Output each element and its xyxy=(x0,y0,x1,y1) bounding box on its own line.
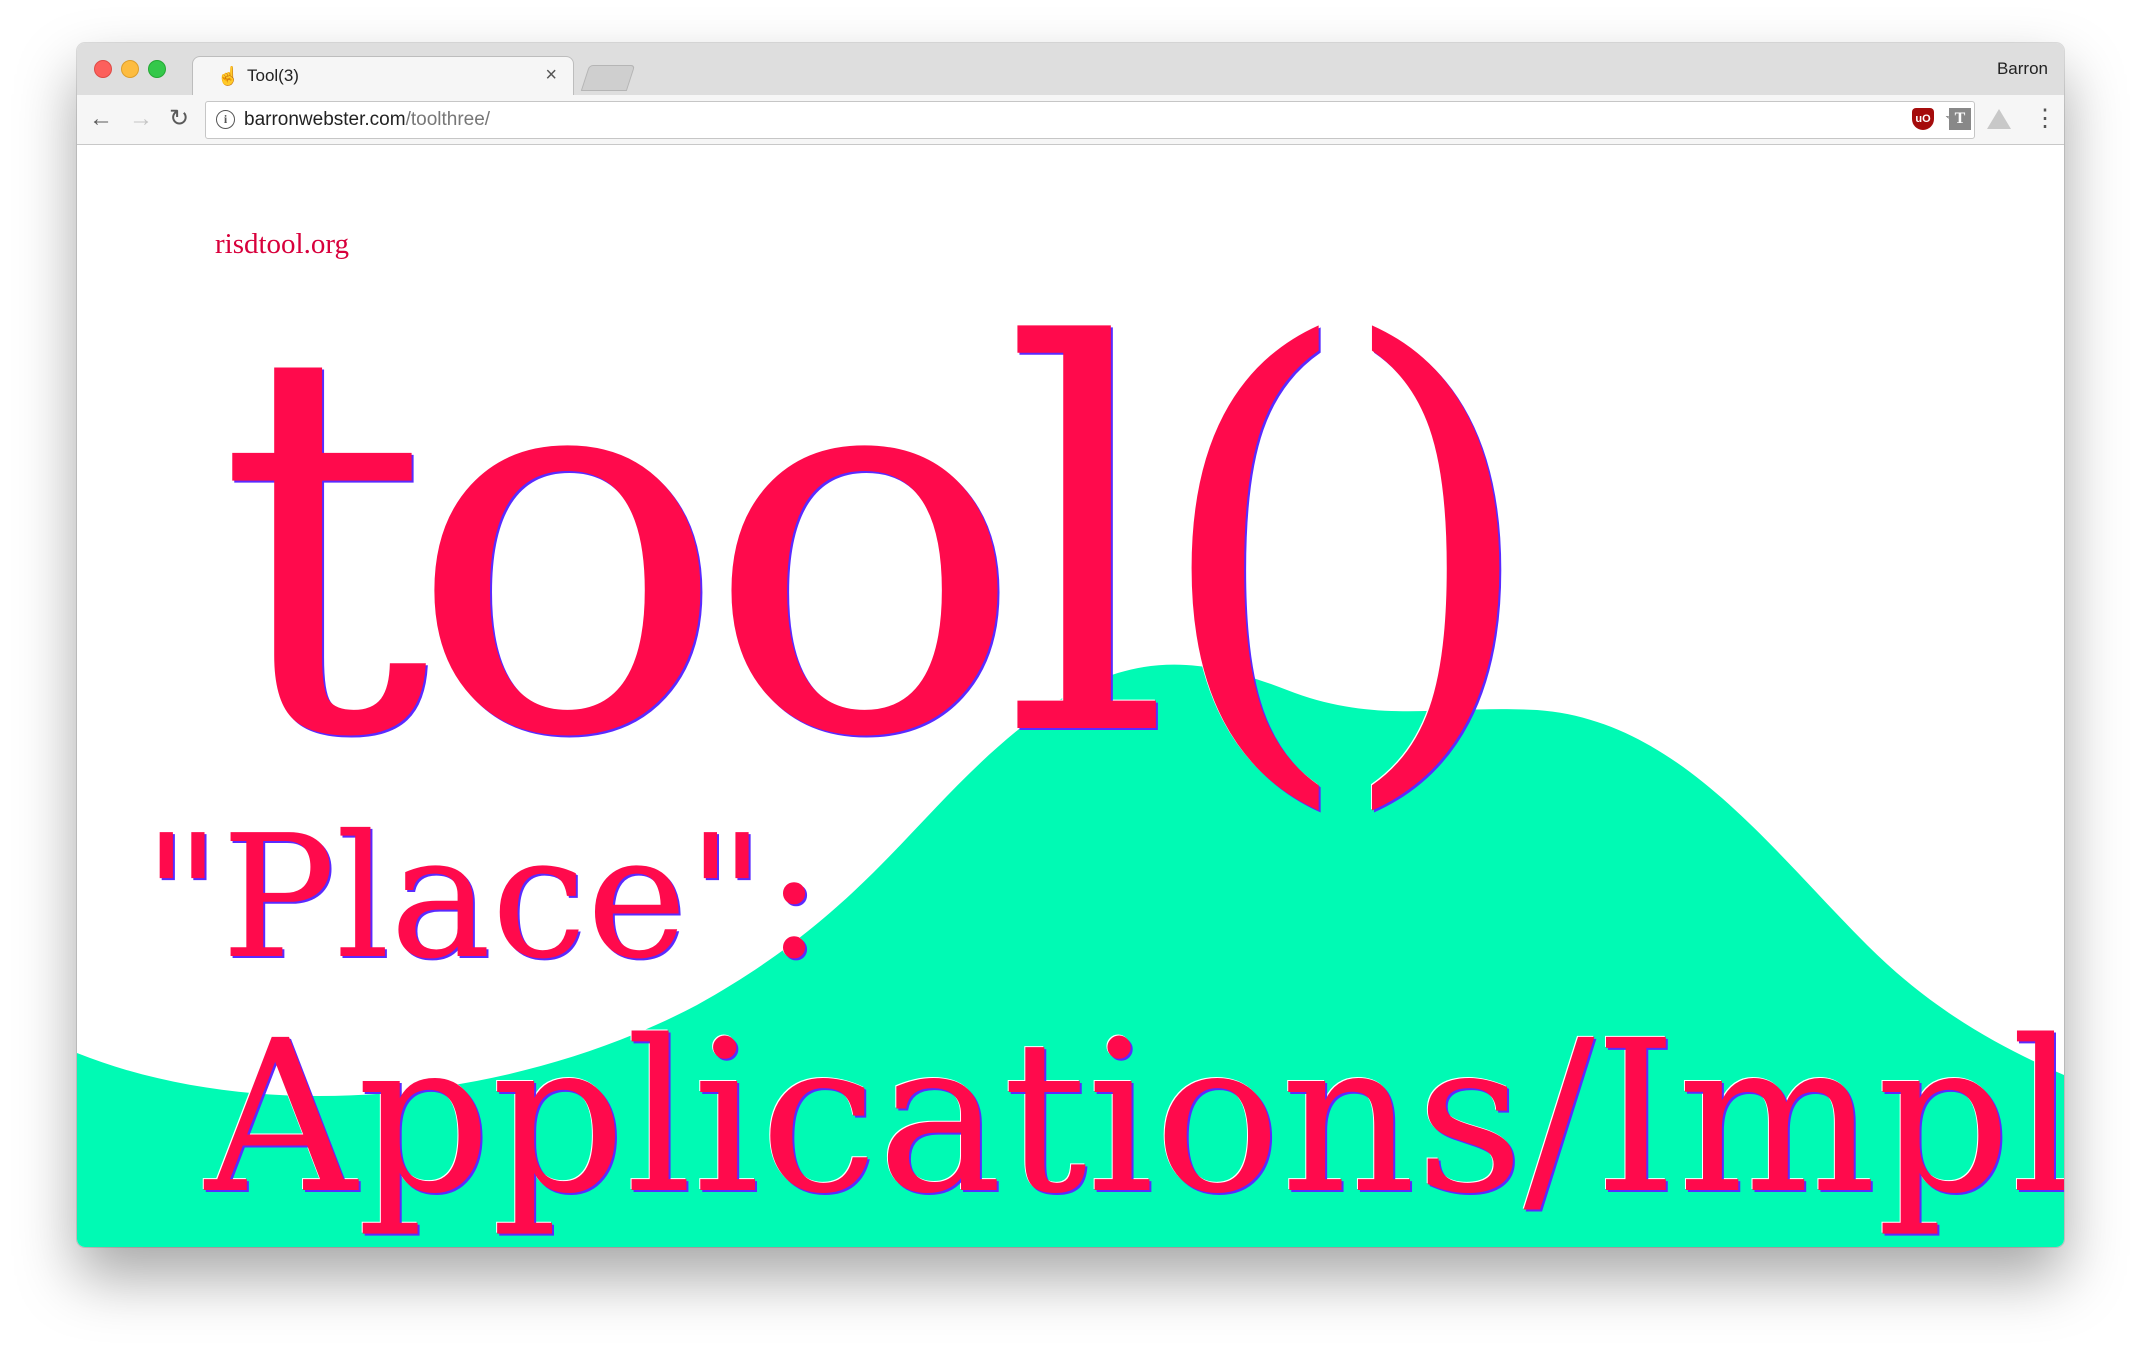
ublock-extension-icon[interactable]: uO xyxy=(1912,108,1934,130)
page-content: risdtool.org tool() "Place": Application… xyxy=(77,145,2064,1247)
back-arrow-icon[interactable]: ← xyxy=(87,105,115,133)
type-extension-icon[interactable]: T xyxy=(1949,108,1971,130)
url-domain: barronwebster.com xyxy=(244,109,406,130)
profile-name[interactable]: Barron xyxy=(1997,59,2048,79)
close-window-button[interactable] xyxy=(94,60,112,78)
new-tab-button[interactable] xyxy=(580,65,636,91)
url-path: /toolthree/ xyxy=(405,109,491,130)
drive-extension-icon[interactable] xyxy=(1987,109,2011,129)
subtitle-line-1: "Place": xyxy=(143,799,823,997)
toolbar: ← → ↻ i barronwebster.com/toolthree/ ☆ u… xyxy=(77,95,2064,145)
subtitle-line-2: Applications/Implica xyxy=(205,995,2064,1240)
tab-strip: ☝ Tool(3) × Barron xyxy=(77,43,2064,96)
page-title: tool() xyxy=(217,236,1541,853)
browser-window: ☝ Tool(3) × Barron ← → ↻ i barronwebster… xyxy=(77,43,2064,1247)
pointer-hand-icon: ☝ xyxy=(217,66,240,86)
tab-tool3[interactable]: ☝ Tool(3) × xyxy=(192,56,574,96)
tab-title: Tool(3) xyxy=(247,66,299,85)
address-bar[interactable]: i barronwebster.com/toolthree/ ☆ xyxy=(205,101,1975,139)
close-icon[interactable]: × xyxy=(545,64,557,86)
reload-icon[interactable]: ↻ xyxy=(165,105,193,133)
minimize-window-button[interactable] xyxy=(121,60,139,78)
info-icon[interactable]: i xyxy=(216,110,235,129)
kebab-menu-icon[interactable]: ⋮ xyxy=(2033,105,2057,133)
forward-arrow-icon[interactable]: → xyxy=(127,105,155,133)
zoom-window-button[interactable] xyxy=(148,60,166,78)
url-text[interactable]: barronwebster.com/toolthree/ xyxy=(244,110,490,130)
